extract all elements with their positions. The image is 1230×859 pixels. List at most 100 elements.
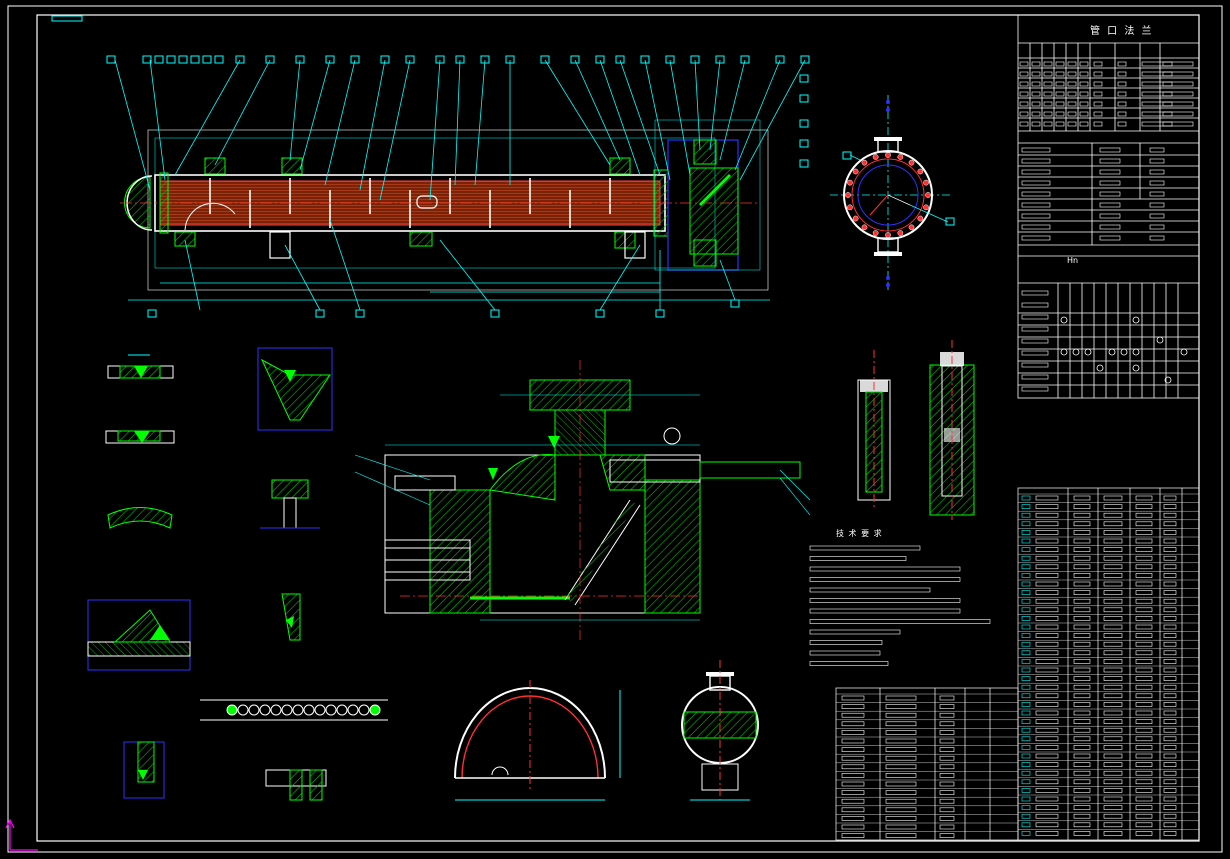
parts-row-text: [885, 730, 917, 735]
parts-row-text: [1135, 590, 1153, 595]
parts-row-text: [1103, 727, 1123, 733]
end-view-circle: [830, 95, 955, 290]
parts-row-text: [1073, 762, 1091, 767]
table-cell-text: [1093, 101, 1103, 107]
parts-row-text: [1073, 753, 1091, 759]
table-cell-text: [1149, 191, 1165, 197]
parts-row-text: [1163, 693, 1177, 699]
parts-row-text: [1035, 745, 1059, 750]
parts-row-text: [1163, 590, 1177, 595]
parts-row-text: [1103, 581, 1123, 587]
tube-end: [248, 704, 260, 716]
parts-row-text: [1163, 573, 1177, 578]
table-cell-text: [1149, 158, 1165, 164]
parts-row-text: [1135, 796, 1153, 802]
bolt-hole: [925, 192, 931, 198]
parts-row-text: [1163, 684, 1177, 690]
parts-row-text: [1135, 616, 1153, 621]
parts-row-text: [1103, 770, 1123, 776]
parts-row-text: [1035, 684, 1059, 690]
note-line: [809, 619, 991, 624]
table-cell-text: [1093, 61, 1103, 67]
parts-row-text: [1073, 813, 1091, 819]
parts-row-text: [841, 816, 865, 821]
parts-row-text: [1035, 555, 1059, 561]
parts-row-text: [1135, 702, 1153, 707]
parts-row-text: [1021, 641, 1031, 647]
parts-row-text: [1073, 555, 1091, 561]
parts-row-text: [939, 764, 955, 770]
parts-row-text: [1103, 650, 1123, 656]
table-cell-text: [1093, 71, 1103, 77]
parts-row-text: [1021, 521, 1031, 527]
table-cell-text: [1019, 71, 1029, 77]
notes-heading: 技 术 要 求: [836, 529, 883, 538]
parts-row-text: [1103, 641, 1123, 647]
parts-row-text: [1073, 590, 1091, 595]
parts-row-text: [885, 773, 917, 778]
parts-row-text: [1035, 633, 1059, 638]
parts-row-text: [1073, 564, 1091, 570]
parts-row-text: [1021, 796, 1031, 802]
bolt-hole: [917, 168, 924, 175]
parts-row-text: [1021, 616, 1031, 621]
parts-row-text: [1163, 676, 1177, 681]
table-cell-text: [1149, 235, 1165, 241]
parts-row-text: [1035, 822, 1059, 828]
technical-notes-block: [809, 545, 991, 666]
parts-row-text: [1073, 659, 1091, 664]
detail-weld-2: [105, 430, 175, 444]
bolt-hole: [872, 230, 879, 236]
table-cell-text: [1055, 71, 1065, 77]
table-cell-text: [1079, 121, 1089, 127]
parts-row-text: [1073, 512, 1091, 518]
detail-lip: [281, 593, 301, 641]
parts-row-text: [1135, 762, 1153, 767]
parts-row-text: [1163, 736, 1177, 742]
parts-row-text: [1035, 616, 1059, 621]
table-cell-text: [1021, 191, 1051, 197]
parts-row-text: [1163, 753, 1177, 759]
parts-row-text: [885, 798, 917, 804]
parts-row-text: [1021, 676, 1031, 681]
parts-row-text: [1135, 659, 1153, 664]
bolt-hole: [897, 154, 904, 160]
parts-row-text: [1135, 745, 1153, 750]
parts-row-text: [1035, 831, 1059, 836]
parts-row-text: [939, 807, 955, 813]
table-cell-text: [1043, 121, 1053, 127]
parts-row-text: [1073, 779, 1091, 785]
parts-row-text: [1103, 530, 1123, 535]
table-cell-text: [1117, 111, 1127, 117]
parts-row-text: [1135, 693, 1153, 699]
parts-row-text: [1135, 779, 1153, 785]
table-cell-text: [1021, 374, 1049, 380]
table-cell-text: [1117, 101, 1127, 107]
parts-row-text: [1135, 719, 1153, 724]
parts-row-text: [939, 816, 955, 821]
parts-row-text: [1035, 693, 1059, 699]
parts-row-text: [1163, 530, 1177, 535]
parts-row-text: [1035, 805, 1059, 810]
parts-row-text: [1103, 745, 1123, 750]
note-line: [809, 577, 961, 582]
parts-row-text: [1073, 547, 1091, 552]
bolt-hole: [897, 230, 904, 236]
parts-row-text: [939, 781, 955, 787]
parts-row-text: [885, 807, 917, 813]
parts-row-text: [939, 721, 955, 727]
parts-row-text: [841, 730, 865, 735]
table-cell-text: [1043, 101, 1053, 107]
parts-row-text: [1021, 684, 1031, 690]
parts-row-text: [1163, 564, 1177, 570]
parts-row-text: [1163, 702, 1177, 707]
parts-row-text: [1035, 607, 1059, 613]
note-line: [809, 629, 901, 635]
parts-row-text: [1073, 693, 1091, 699]
table-cell-text: [1031, 91, 1041, 97]
parts-row-text: [939, 833, 955, 838]
parts-row-text: [885, 833, 917, 838]
parts-row-text: [841, 790, 865, 795]
table-cell-text: [1141, 121, 1173, 127]
parts-row-text: [1035, 788, 1059, 793]
